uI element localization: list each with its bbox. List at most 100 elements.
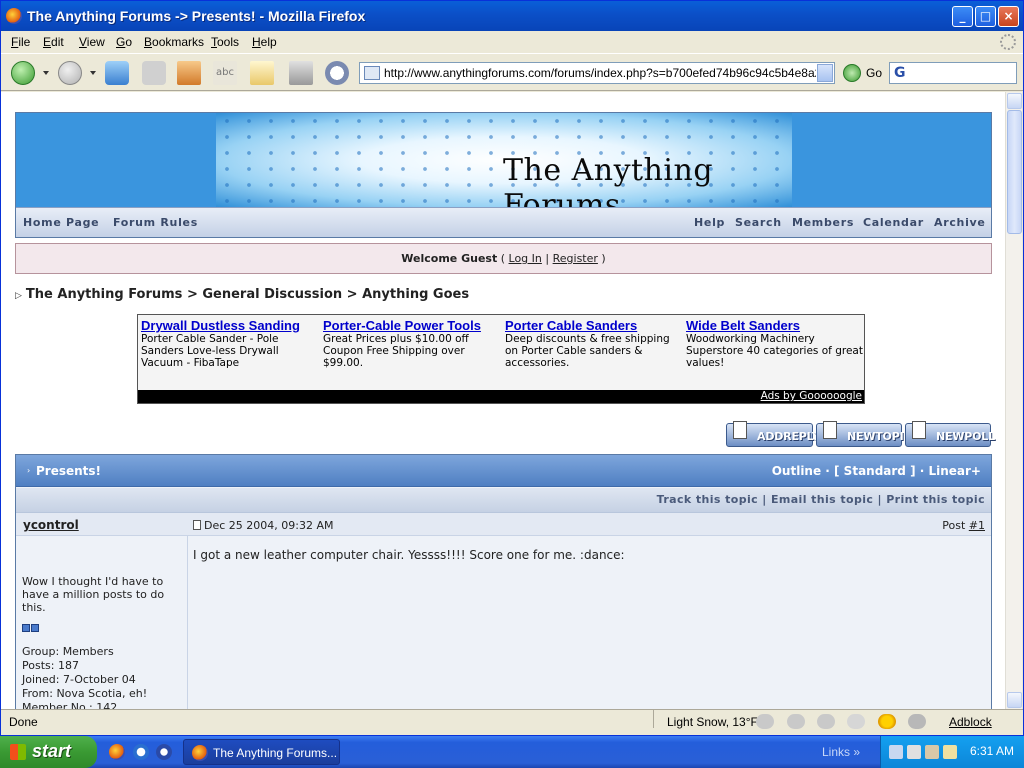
nav-forum-rules[interactable]: Forum Rules [113,216,198,229]
status-bar: Done Light Snow, 13°F Adblock [1,709,1023,733]
maximize-button[interactable]: □ [975,6,996,27]
post-body: I got a new leather computer chair. Yess… [193,548,625,562]
post-date: Dec 25 2004, 09:32 AM [193,519,333,532]
welcome-open-paren: ( [500,252,506,265]
back-dropdown-icon[interactable] [43,71,49,75]
member-title: Wow I thought I'd have to have a million… [22,575,165,614]
url-bar[interactable]: http://www.anythingforums.com/forums/ind… [359,62,835,84]
scroll-thumb[interactable] [1007,110,1022,234]
clock[interactable]: 6:31 AM [970,744,1014,758]
snow-cloud-icon [817,714,835,729]
add-reply-button[interactable]: ADDREPLY [726,421,820,447]
ad-description: Porter Cable Sander - Pole Sanders Love-… [141,333,279,369]
vertical-scrollbar[interactable] [1005,92,1022,709]
snow-cloud-icon [787,714,805,729]
breadcrumb-path[interactable]: The Anything Forums > General Discussion… [26,287,469,302]
forward-icon[interactable] [58,61,82,85]
nav-archive[interactable]: Archive [934,216,986,229]
ie-quicklaunch-icon[interactable] [133,744,149,760]
post-number-link[interactable]: #1 [969,519,985,532]
scroll-up-icon[interactable] [1007,93,1022,109]
history-icon[interactable] [325,61,349,85]
register-link[interactable]: Register [553,252,598,265]
forum-logo[interactable]: The Anything Forums [503,153,792,207]
volume-icon[interactable] [925,745,939,759]
ad-title[interactable]: Porter-Cable Power Tools [323,318,501,333]
menu-edit[interactable]: Edit [43,35,64,49]
search-box[interactable]: G [889,62,1017,84]
menu-go[interactable]: Go [116,35,132,49]
post-header: ycontrol Dec 25 2004, 09:32 AM Post #1 [16,512,991,536]
google-search-icon[interactable]: G [894,65,906,81]
menu-file[interactable]: File [11,35,30,49]
new-poll-label: NEWPOLL [936,430,995,443]
minimize-button[interactable]: _ [952,6,973,27]
forum-banner: The Anything Forums [216,113,792,207]
ad-item: Wide Belt Sanders Woodworking Machinery … [686,318,864,369]
post-date-text: Dec 25 2004, 09:32 AM [204,519,334,532]
adblock-link[interactable]: Adblock [949,715,992,729]
taskbar-firefox-task[interactable]: The Anything Forums... [183,739,340,765]
sun-icon [878,714,896,729]
back-icon[interactable] [11,61,35,85]
network-icon[interactable] [889,745,903,759]
welcome-close-paren: ) [601,252,606,265]
url-text[interactable]: http://www.anythingforums.com/forums/ind… [384,66,816,80]
start-button[interactable]: start [0,736,97,768]
new-topic-button[interactable]: NEWTOPIC [816,421,912,447]
ad-title[interactable]: Wide Belt Sanders [686,318,864,333]
url-dropdown-icon[interactable] [817,64,833,82]
stop-icon[interactable] [142,61,166,85]
scroll-down-icon[interactable] [1007,692,1022,708]
firefox-task-icon [192,745,208,761]
welcome-text: Welcome Guest [401,252,498,265]
login-link[interactable]: Log In [509,252,542,265]
rain-cloud-icon [908,714,926,729]
keyboard-icon[interactable] [943,745,957,759]
nav-members[interactable]: Members [792,216,854,229]
menu-tools[interactable]: Tools [211,35,239,49]
browser-window: The Anything Forums -> Presents! - Mozil… [0,0,1024,736]
menu-view[interactable]: View [79,35,105,49]
post-number: Post #1 [942,519,985,532]
menu-bookmarks[interactable]: Bookmarks [144,35,204,49]
new-poll-button[interactable]: NEWPOLL [905,421,995,447]
forum-header: The Anything Forums Home Page Forum Rule… [15,112,992,238]
media-player-icon[interactable] [156,744,172,760]
page-favicon [364,66,380,80]
title-bar[interactable]: The Anything Forums -> Presents! - Mozil… [1,1,1023,31]
home-icon[interactable] [177,61,201,85]
topic-tools-links[interactable]: Track this topic | Email this topic | Pr… [657,493,985,506]
topic-table: › Presents! Outline · [ Standard ] · Lin… [15,454,992,709]
task-label: The Anything Forums... [213,746,338,760]
nav-search[interactable]: Search [735,216,782,229]
reload-icon[interactable] [105,61,129,85]
topic-tools: Track this topic | Email this topic | Pr… [16,488,991,512]
links-toolbar[interactable]: Links » [822,745,860,759]
print-icon[interactable] [289,61,313,85]
weather-panel[interactable]: Light Snow, 13°F Adblock [659,713,1019,731]
spellcheck-icon[interactable]: abc [213,61,237,85]
display-icon[interactable] [907,745,921,759]
firefox-quicklaunch-icon[interactable] [109,744,125,760]
ad-title[interactable]: Porter Cable Sanders [505,318,683,333]
mail-icon[interactable] [250,61,274,85]
topic-caret-icon: › [27,466,31,475]
view-modes[interactable]: Outline · [ Standard ] · Linear+ [772,464,981,478]
forward-dropdown-icon[interactable] [90,71,96,75]
go-button[interactable]: Go [841,63,889,83]
reply-page-icon [733,421,747,439]
close-button[interactable]: × [998,6,1019,27]
status-separator [653,710,654,728]
ad-title[interactable]: Drywall Dustless Sanding [141,318,319,333]
ads-by-link[interactable]: Ads by Goooooogle [761,390,862,402]
nav-calendar[interactable]: Calendar [863,216,924,229]
nav-help[interactable]: Help [694,216,725,229]
rank-pips-icon [22,622,40,635]
post-author[interactable]: ycontrol [23,518,79,532]
topic-title: Presents! [36,464,102,478]
nav-home-page[interactable]: Home Page [23,216,99,229]
member-group: Group: Members [22,645,114,658]
menu-help[interactable]: Help [252,35,277,49]
topic-header: › Presents! Outline · [ Standard ] · Lin… [16,455,991,487]
